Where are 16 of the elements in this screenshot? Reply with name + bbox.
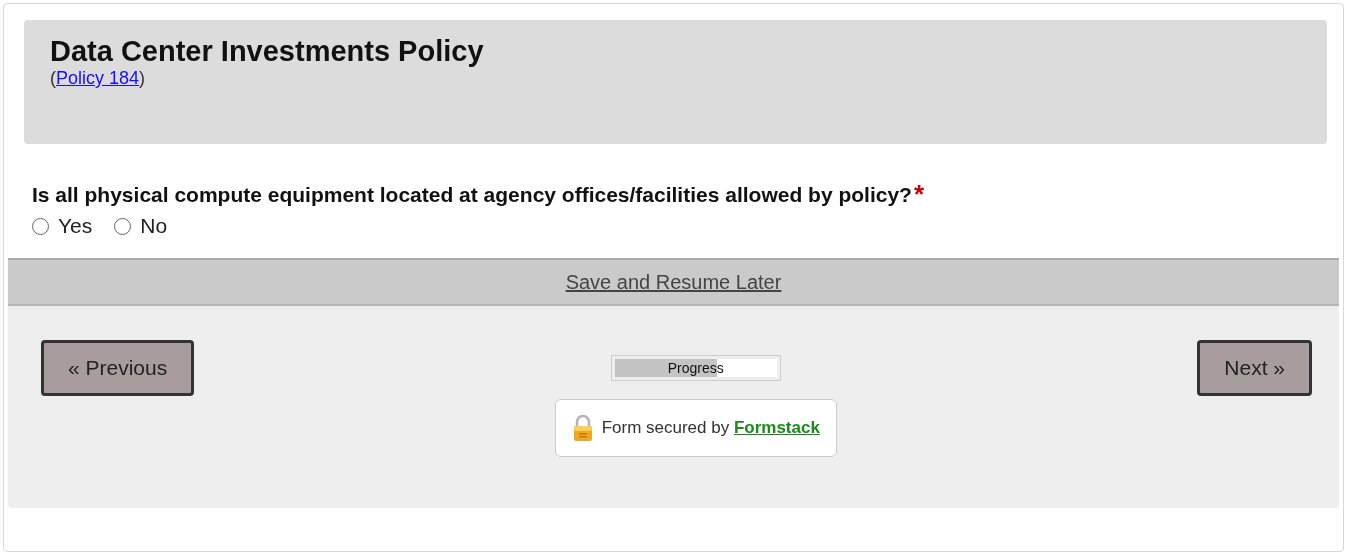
option-label: Yes [58,214,93,238]
security-text: Form secured by Formstack [601,418,820,438]
progress-label: Progress [666,359,725,378]
next-button[interactable]: Next » [1197,340,1312,396]
required-mark: * [913,182,925,206]
policy-reference: (Policy 184) [50,68,146,88]
question-label: Is all physical compute equipment located at agency offices/facilities allowed by policy? [32,182,912,208]
save-resume-link[interactable]: Save and Resume Later [565,270,782,294]
radio-button[interactable] [114,217,132,235]
policy-link[interactable]: Policy 184 [56,68,140,88]
formstack-link[interactable]: Formstack [733,418,820,437]
radio-button[interactable] [32,217,49,235]
previous-button[interactable]: « Previous [41,340,195,396]
padlock-icon [571,414,594,442]
form-title: Data Center Investments Policy [50,34,484,68]
option-label: No [140,214,168,238]
